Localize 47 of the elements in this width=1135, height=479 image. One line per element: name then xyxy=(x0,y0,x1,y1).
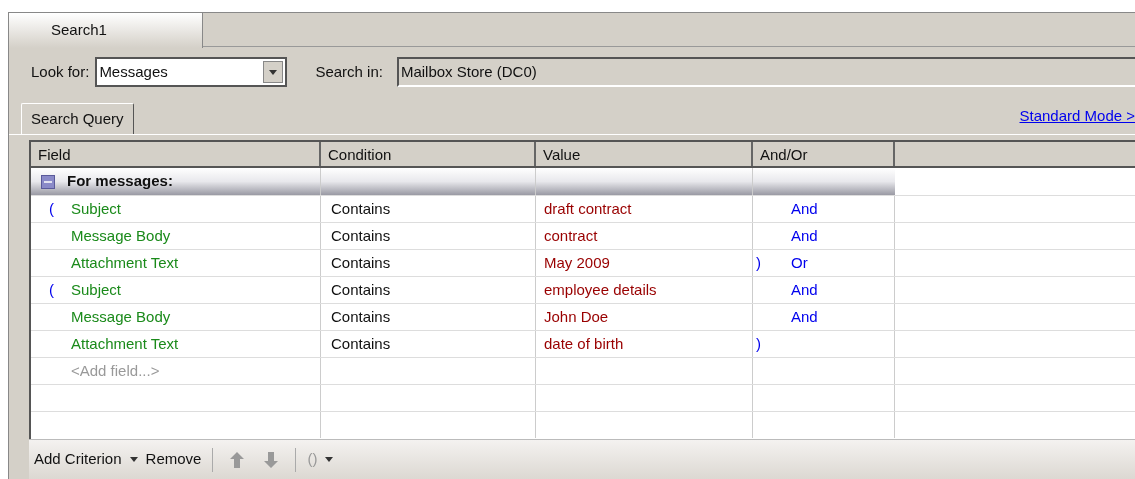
caret-icon xyxy=(269,69,278,75)
group-label: For messages: xyxy=(67,171,173,192)
and-or-cell[interactable]: And xyxy=(791,224,818,248)
caret-icon xyxy=(129,457,138,462)
group-row[interactable]: For messages: xyxy=(31,168,895,195)
field-cell[interactable]: Attachment Text xyxy=(71,332,179,356)
open-paren: ( xyxy=(49,279,54,300)
search-in-field: Mailbox Store (DC0) xyxy=(396,57,1135,87)
field-cell[interactable]: Message Body xyxy=(71,224,171,248)
condition-cell[interactable]: Contains xyxy=(331,251,391,275)
close-paren: ) xyxy=(756,252,761,273)
query-tab[interactable]: Search Query xyxy=(21,103,134,134)
document-tab[interactable]: Search1 xyxy=(9,13,203,48)
value-cell[interactable]: employee details xyxy=(544,278,657,302)
collapse-icon[interactable] xyxy=(41,174,55,189)
field-cell[interactable]: Subject xyxy=(71,197,122,221)
value-cell[interactable]: May 2009 xyxy=(544,251,610,275)
column-header[interactable]: Field xyxy=(31,142,321,166)
standard-mode-link[interactable]: Standard Mode > xyxy=(1019,104,1135,127)
field-cell[interactable]: Message Body xyxy=(71,305,171,329)
dropdown-button[interactable] xyxy=(263,61,284,83)
value-cell[interactable]: contract xyxy=(544,224,598,248)
column-header[interactable]: And/Or xyxy=(753,142,895,166)
caret-icon xyxy=(325,457,334,462)
search-in-label: Search in: xyxy=(315,61,383,82)
look-for-dropdown[interactable]: Messages xyxy=(95,57,288,87)
condition-cell[interactable]: Contains xyxy=(331,305,391,329)
condition-cell[interactable]: Contains xyxy=(331,197,391,221)
open-paren: ( xyxy=(49,198,54,219)
remove-button[interactable]: Remove xyxy=(145,448,202,471)
close-paren: ) xyxy=(756,333,761,354)
add-criterion-button[interactable]: Add Criterion xyxy=(34,448,138,471)
value-cell[interactable]: John Doe xyxy=(544,305,609,329)
field-cell[interactable]: Attachment Text xyxy=(71,251,179,275)
and-or-cell[interactable]: And xyxy=(791,305,818,329)
value-cell[interactable]: draft contract xyxy=(544,197,632,221)
and-or-cell[interactable]: And xyxy=(791,197,818,221)
condition-cell[interactable]: Contains xyxy=(331,224,391,248)
condition-cell[interactable]: Contains xyxy=(331,278,391,302)
column-header[interactable]: Condition xyxy=(321,142,536,166)
and-or-cell[interactable]: And xyxy=(791,278,818,302)
look-for-label: Look for: xyxy=(31,61,90,82)
condition-cell[interactable]: Contains xyxy=(331,332,391,356)
value-cell[interactable]: date of birth xyxy=(544,332,624,356)
and-or-cell[interactable]: Or xyxy=(791,251,808,275)
column-header[interactable]: Value xyxy=(536,142,753,166)
field-cell[interactable]: Subject xyxy=(71,278,122,302)
